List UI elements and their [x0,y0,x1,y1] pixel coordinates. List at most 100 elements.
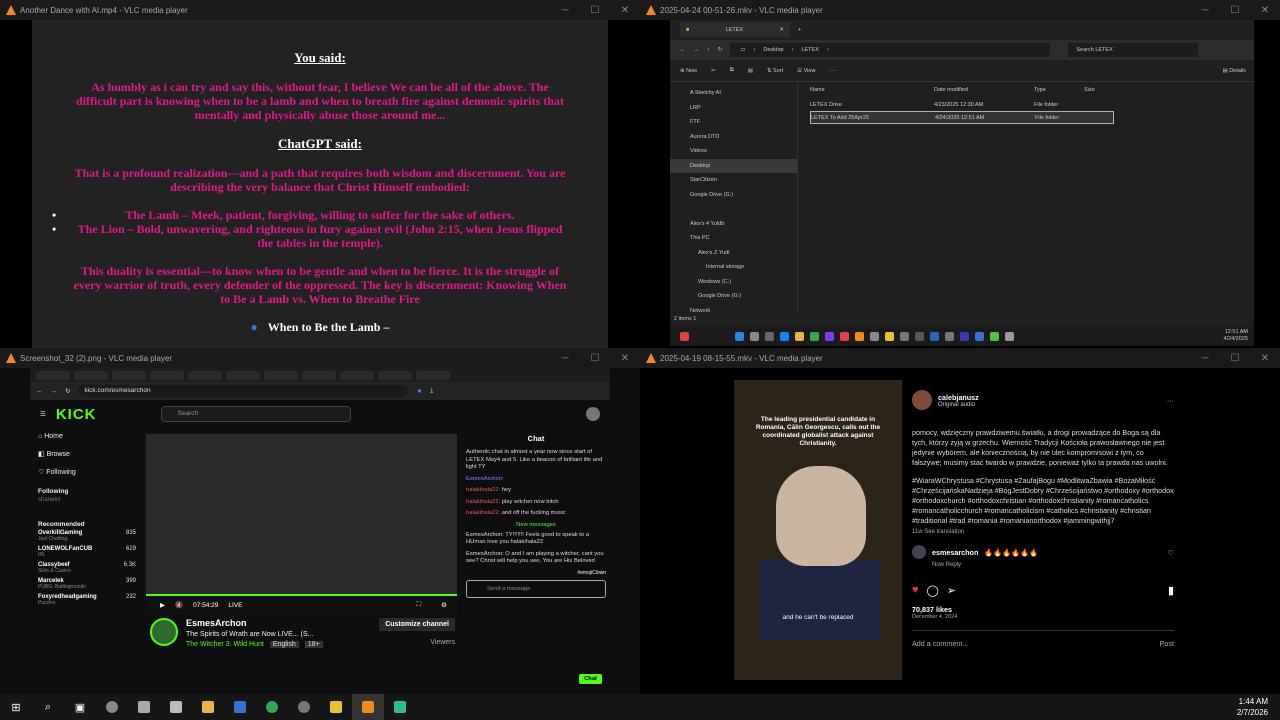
search-input[interactable]: Search LETEX [1068,43,1199,57]
cut-icon[interactable]: ✂ [711,68,716,74]
edge-icon[interactable] [780,331,789,341]
vlc-window-kick[interactable]: Screenshot_32 (2).png - VLC media player… [0,348,640,694]
close-icon[interactable]: ✕ [610,5,640,16]
col-name[interactable]: Name [810,84,934,97]
new-tab-icon[interactable]: + [798,27,801,33]
browser-tab[interactable] [112,370,146,380]
channel-avatar[interactable] [150,618,178,646]
customize-channel-button[interactable]: Customize channel [379,618,455,631]
avatar[interactable] [912,545,926,559]
nav-item[interactable]: Internal storage [670,260,797,275]
browser-tab[interactable] [150,370,184,380]
browser-tab[interactable] [74,370,108,380]
nav-item[interactable]: Videos [670,144,797,159]
nav-item[interactable]: Aurora DTD [670,130,797,145]
col-date[interactable]: Date modified [934,84,1034,97]
gear-icon[interactable]: ⚙ [441,601,447,609]
app-icon[interactable] [96,694,128,720]
chrome-icon[interactable] [810,331,819,341]
vlc-window-explorer[interactable]: 2025-04-24 00-51-26.mkv - VLC media play… [640,0,1280,348]
maximize-icon[interactable]: ☐ [580,353,610,364]
more-icon[interactable]: ··· [829,68,835,74]
col-type[interactable]: Type [1034,84,1084,97]
title-bar[interactable]: Another Dance with AI.mp4 - VLC media pl… [0,0,640,20]
nav-item[interactable]: LRP [670,101,797,116]
search-icon[interactable]: ⌕ [32,694,64,720]
share-icon[interactable]: ➢ [947,584,956,597]
copy-icon[interactable]: ⧉ [730,67,734,74]
minimize-icon[interactable]: ─ [1190,353,1220,364]
nav-item[interactable]: Alex's Z Yudl [670,246,797,261]
comment-user[interactable]: esmesarchon [932,548,978,557]
browser-tab[interactable] [264,370,298,380]
file-row-selected[interactable]: LETEX To Add 25Apr25 4/24/2025 12:51 AM … [810,111,1114,124]
app-icon[interactable] [825,331,834,341]
title-bar[interactable]: 2025-04-19 08-15-55.mkv - VLC media play… [640,348,1280,368]
post-meta[interactable]: 11w See translation [912,529,1174,535]
taskview-icon[interactable] [765,331,774,341]
browser-tab[interactable] [226,370,260,380]
search-input[interactable]: Search [160,406,351,422]
download-icon[interactable]: ⤓ [430,387,433,395]
system-clock[interactable]: 1:44 AM 2/7/2026 [1237,696,1280,718]
maximize-icon[interactable]: ☐ [1220,5,1250,16]
app-icon[interactable] [915,331,924,341]
heart-icon[interactable]: ♡ [1168,548,1174,557]
like-count[interactable]: 70,837 likes [912,605,1174,614]
browser-tab[interactable] [378,370,412,380]
nav-item[interactable]: This PC [670,231,797,246]
back-icon[interactable]: ← [36,388,43,395]
mute-icon[interactable]: 🔇 [175,601,183,609]
post-video[interactable]: The leading presidential candidate in Ro… [734,380,902,680]
chrome-icon[interactable] [256,694,288,720]
rec-item[interactable]: Marcelek PUBG: Battlegrounds 399 [30,576,144,592]
comment-meta[interactable]: Now Reply [912,562,1174,568]
new-messages-divider[interactable]: New messages [466,522,606,528]
close-icon[interactable]: ✕ [779,27,784,33]
nav-browse[interactable]: ◧ Browse [30,446,144,464]
refresh-icon[interactable]: ↻ [718,47,723,53]
more-icon[interactable]: ··· [1167,396,1174,405]
app-icon[interactable] [930,331,939,341]
fullscreen-icon[interactable]: ⛶ [417,601,422,609]
browser-tab[interactable] [340,370,374,380]
col-size[interactable]: Size [1084,84,1124,97]
nav-item[interactable]: Google Drive (G:) [670,188,797,203]
browser-tab[interactable] [36,370,70,380]
menu-icon[interactable]: ☰ [40,410,46,418]
chat-input[interactable]: Send a message [466,579,606,598]
rec-item[interactable]: LONEWOLFanCUB IRL 629 [30,544,144,560]
app-icon[interactable] [680,331,689,341]
vlc-icon[interactable] [855,331,864,341]
app-icon[interactable] [320,694,352,720]
address-bar[interactable]: ▭ › Desktop › LETEX › [730,43,1051,57]
app-icon[interactable] [384,694,416,720]
nav-item[interactable]: StarCitizen [670,173,797,188]
audio-label[interactable]: Original audio [938,402,979,408]
browser-tab[interactable] [302,370,336,380]
maximize-icon[interactable]: ☐ [580,5,610,16]
app-icon[interactable] [975,331,984,341]
kick-logo[interactable]: KICK [56,406,97,423]
username[interactable]: calebjanusz [938,393,979,402]
rec-item[interactable]: Foxyredheadgaming Puzzles 232 [30,592,144,608]
play-icon[interactable]: ▶ [160,601,165,609]
app-icon[interactable] [160,694,192,720]
avatar[interactable] [586,407,600,421]
app-icon[interactable] [128,694,160,720]
rec-item[interactable]: OverkillGaming Just Chatting 835 [30,528,144,544]
folder-icon[interactable] [192,694,224,720]
game-link[interactable]: The Witcher 3: Wild Hunt [186,641,264,648]
app-icon[interactable] [870,331,879,341]
folder-icon[interactable] [795,331,804,341]
minimize-icon[interactable]: ─ [550,353,580,364]
close-icon[interactable]: ✕ [610,353,640,364]
heart-icon[interactable]: ♥ [912,584,919,597]
channel-name[interactable]: EsmesArchon [186,618,371,628]
back-icon[interactable]: ← [680,47,686,53]
following-item[interactable]: shanekir [30,495,144,505]
paste-icon[interactable]: ▤ [748,68,753,74]
close-icon[interactable]: ✕ [1250,5,1280,16]
nav-item[interactable]: FTF [670,115,797,130]
file-row[interactable]: LETEX Drive 4/23/2025 12:30 AM File fold… [810,99,1254,112]
